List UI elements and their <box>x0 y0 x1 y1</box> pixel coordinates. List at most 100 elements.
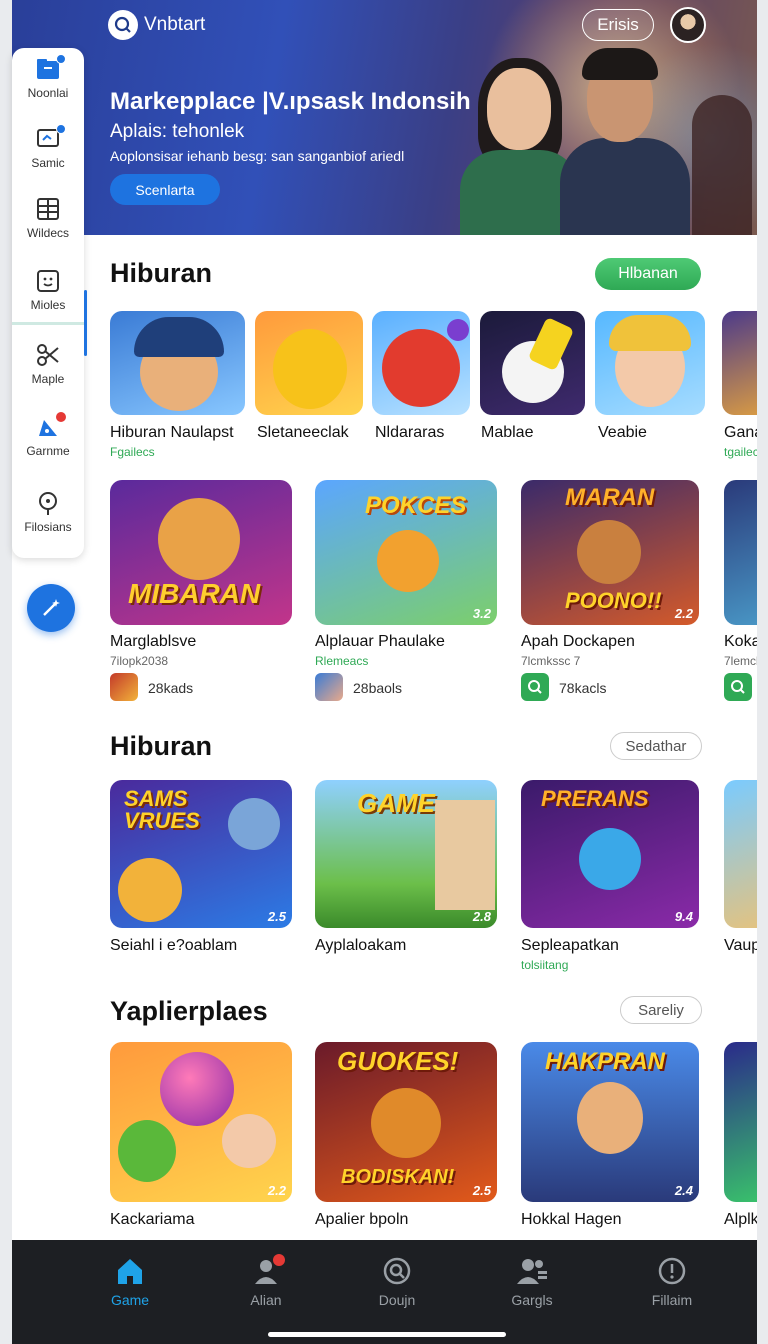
sidebar-item-filosians[interactable]: Filosians <box>12 484 84 550</box>
location-icon <box>39 492 57 515</box>
game-subtitle: tolsiitang <box>521 958 569 972</box>
game-name: Marglablsve <box>110 633 197 650</box>
game-name: Seiahl i e?oablam <box>110 937 238 954</box>
game-card-art[interactable]: MIBARAN <box>110 480 292 625</box>
sidebar-item-label: Samic <box>31 156 65 170</box>
nav-item-fillaim[interactable]: Fillaim <box>617 1254 727 1308</box>
sidebar-item-label: Mioles <box>30 298 66 312</box>
game-card-art[interactable] <box>724 780 757 928</box>
game-card-art[interactable]: SAMS VRUES 2.5 <box>110 780 292 928</box>
hero-subtitle: Aplais: tehonlek <box>110 121 245 142</box>
app-subtitle: tgailecs <box>724 445 757 459</box>
active-indicator <box>12 322 84 325</box>
sidebar-item-mioles[interactable]: Mioles <box>12 262 84 328</box>
game-card-art[interactable] <box>724 1042 757 1202</box>
nav-label: Doujn <box>378 1292 416 1308</box>
game-subtitle: 7lcmkssc 7 <box>521 654 581 668</box>
game-name: Ayplaloakam <box>315 937 407 954</box>
bottom-navigation: Game Alian Doujn Gargls Fillaim <box>12 1240 757 1344</box>
people-icon <box>517 1259 547 1284</box>
magic-action-button[interactable] <box>27 584 75 632</box>
header-action-button[interactable]: Erisis <box>582 9 654 41</box>
nav-item-gargls[interactable]: Gargls <box>477 1254 587 1308</box>
presenter-man-hair <box>582 48 658 80</box>
nav-label: Fillaim <box>651 1292 693 1308</box>
hero-description: Aoplonsisar iehanb besg: san sanganbiof … <box>110 148 405 164</box>
smile-icon <box>37 270 59 292</box>
game-name: Kackariama <box>110 1211 195 1228</box>
compass-icon <box>658 1257 686 1285</box>
hero-title: Markepplace |V.ıpsask Indonsih <box>110 88 471 115</box>
app-screen: Vnbtart Erisis Markepplace |V.ıpsask Ind… <box>12 0 757 1344</box>
sidebar-item-wildecs[interactable]: Wildecs <box>12 190 84 256</box>
nav-item-doujn[interactable]: Doujn <box>342 1254 452 1308</box>
game-name: Hokkal Hagen <box>521 1211 622 1228</box>
brand-name: Vnbtart <box>144 14 206 35</box>
sidebar-item-garnme[interactable]: Garnme <box>12 408 84 474</box>
search-icon <box>114 16 131 33</box>
sidebar-item-noonlai[interactable]: Noonlai <box>12 50 84 116</box>
section-action-button[interactable]: Hlbanan <box>595 258 701 290</box>
game-thumbnail <box>521 673 549 701</box>
sidebar-item-label: Wildecs <box>26 226 69 240</box>
sidebar-scroll-indicator <box>84 290 87 356</box>
app-name: Mablae <box>481 424 534 441</box>
game-name: Apah Dockapen <box>521 633 635 650</box>
app-icon-tile[interactable] <box>372 311 470 415</box>
app-icon-tile[interactable] <box>722 311 757 415</box>
side-navigation: Noonlai Samic Wildecs Mioles Maple Garnm… <box>12 48 84 558</box>
download-count: 78kacls <box>559 680 607 696</box>
section-title: Hiburan <box>110 258 213 288</box>
game-subtitle: 7lemcks <box>724 654 757 668</box>
download-count: 28baols <box>353 680 403 696</box>
game-thumbnail <box>724 673 752 701</box>
app-icon-tile[interactable] <box>480 311 585 415</box>
background-person <box>692 95 752 235</box>
download-count: 28kads <box>148 680 194 696</box>
game-name: Vaupl <box>724 937 757 954</box>
sidebar-item-label: Garnme <box>26 444 70 458</box>
game-card-art[interactable]: MARAN POONO!! 2.2 <box>521 480 699 625</box>
sidebar-item-samic[interactable]: Samic <box>12 120 84 186</box>
game-card-art[interactable]: GAME 2.8 <box>315 780 497 928</box>
game-subtitle: 7ilopk2038 <box>110 654 169 668</box>
section-action-button[interactable]: Sareliy <box>620 996 702 1024</box>
nav-label: Game <box>110 1292 150 1308</box>
game-name: Alplk <box>724 1211 757 1228</box>
home-indicator[interactable] <box>268 1332 506 1337</box>
nav-label: Gargls <box>511 1292 553 1308</box>
app-name: Nldararas <box>375 424 445 441</box>
sidebar-item-maple[interactable]: Maple <box>12 336 84 402</box>
app-icon-tile[interactable] <box>255 311 363 415</box>
nav-label: Alian <box>250 1292 282 1308</box>
sidebar-item-label: Filosians <box>24 520 72 534</box>
app-icon-tile[interactable] <box>110 311 245 415</box>
app-logo[interactable] <box>108 10 138 40</box>
hero-banner: Vnbtart Erisis Markepplace |V.ıpsask Ind… <box>12 0 757 235</box>
presenter-woman-face <box>487 68 551 150</box>
game-card-art[interactable]: POKCES 3.2 <box>315 480 497 625</box>
game-card-art[interactable]: PRERANS 9.4 <box>521 780 699 928</box>
app-name: Hiburan Naulapst <box>110 424 234 441</box>
nav-item-game[interactable]: Game <box>75 1254 185 1308</box>
game-card-art[interactable]: HAKPRAN 2.4 <box>521 1042 699 1202</box>
nav-item-alian[interactable]: Alian <box>211 1254 321 1308</box>
game-thumbnail <box>315 673 343 701</box>
home-icon <box>118 1259 142 1284</box>
avatar[interactable] <box>670 7 706 43</box>
hero-cta-button[interactable]: Scenlarta <box>110 174 220 205</box>
grid-icon <box>37 198 59 220</box>
section-action-button[interactable]: Sedathar <box>610 732 702 760</box>
game-card-art[interactable]: GUOKES! BODISKAN! 2.5 <box>315 1042 497 1202</box>
game-subtitle: Rlemeacs <box>315 654 369 668</box>
app-name: Ganam <box>724 424 757 441</box>
section-title: Yaplierplaes <box>110 996 268 1026</box>
app-icon-tile[interactable] <box>595 311 705 415</box>
app-subtitle: Fgailecs <box>110 445 155 459</box>
game-card-art[interactable] <box>724 480 757 625</box>
game-card-art[interactable]: 2.2 <box>110 1042 292 1202</box>
search-icon <box>731 680 745 694</box>
game-name: Kokan <box>724 633 757 650</box>
search-icon <box>528 680 542 694</box>
game-name: Sepleapatkan <box>521 937 619 954</box>
